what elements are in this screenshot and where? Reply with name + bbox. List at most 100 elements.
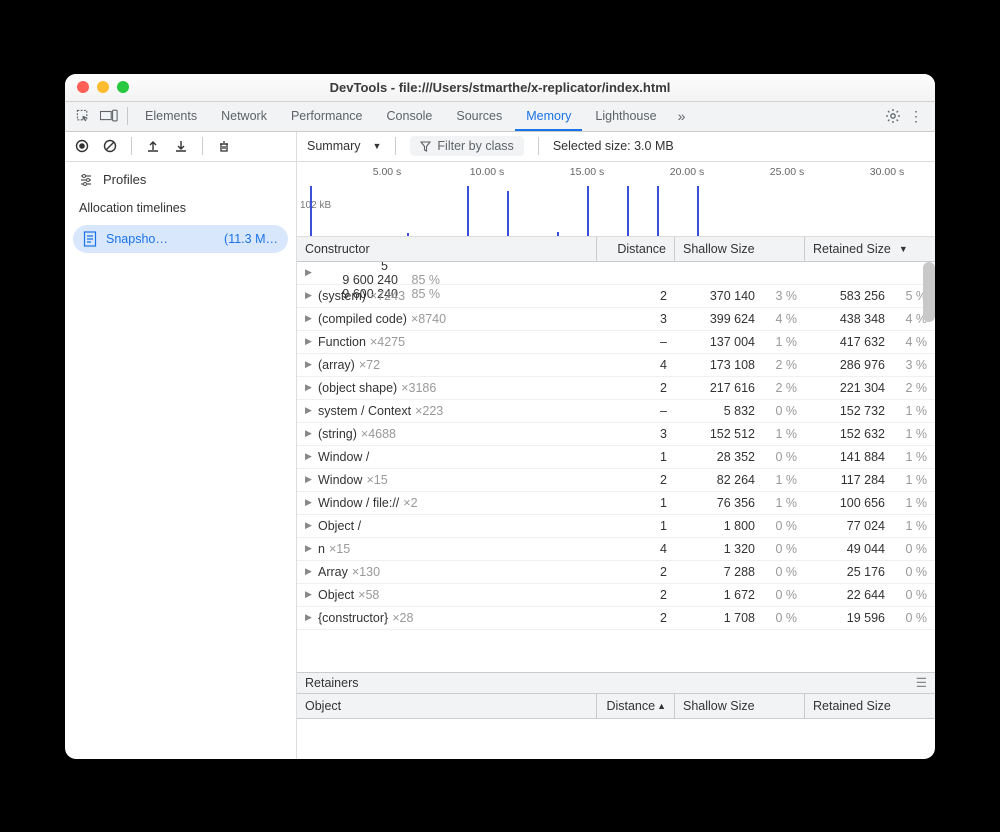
table-row[interactable]: ▶n ×1541 3200 %49 0440 % xyxy=(297,538,935,561)
expand-icon[interactable]: ▶ xyxy=(305,405,314,416)
snapshot-name: Snapsho… xyxy=(106,232,215,246)
retained-cell: 152 6321 % xyxy=(805,427,935,441)
record-icon[interactable] xyxy=(75,139,89,153)
expand-icon[interactable]: ▶ xyxy=(305,428,314,439)
count: ×7243 xyxy=(370,289,405,303)
col-object[interactable]: Object xyxy=(297,694,597,718)
expand-icon[interactable]: ▶ xyxy=(305,336,314,347)
table-row[interactable]: ▶(array) ×724173 1082 %286 9763 % xyxy=(297,354,935,377)
hamburger-icon[interactable]: ☰ xyxy=(916,675,927,690)
col-retained2[interactable]: Retained Size xyxy=(805,694,935,718)
shallow-cell: 1 7080 % xyxy=(675,611,805,625)
table-row[interactable]: ▶{constructor} ×2821 7080 %19 5960 % xyxy=(297,607,935,630)
table-row[interactable]: ▶Object ×5821 6720 %22 6440 % xyxy=(297,584,935,607)
retained-cell: 77 0241 % xyxy=(805,519,935,533)
col-shallow2[interactable]: Shallow Size xyxy=(675,694,805,718)
tab-lighthouse[interactable]: Lighthouse xyxy=(584,102,667,131)
expand-icon[interactable]: ▶ xyxy=(305,543,314,554)
snapshot-item[interactable]: Snapsho… (11.3 M… xyxy=(73,225,288,253)
upload-icon[interactable] xyxy=(146,139,160,153)
expand-icon[interactable]: ▶ xyxy=(305,474,314,485)
more-tabs-icon[interactable]: » xyxy=(670,102,694,131)
device-icon[interactable] xyxy=(97,102,121,131)
tab-performance[interactable]: Performance xyxy=(280,102,374,131)
expand-icon[interactable]: ▶ xyxy=(305,612,314,623)
table-row[interactable]: ▶Object / 11 8000 %77 0241 % xyxy=(297,515,935,538)
close-button[interactable] xyxy=(77,81,89,93)
table-row[interactable]: ▶system / Context ×223–5 8320 %152 7321 … xyxy=(297,400,935,423)
tab-elements[interactable]: Elements xyxy=(134,102,208,131)
time-tick: 5.00 s xyxy=(373,166,402,178)
expand-icon[interactable]: ▶ xyxy=(305,497,314,508)
retained-cell: 583 2565 % xyxy=(805,289,935,303)
expand-icon[interactable]: ▶ xyxy=(305,313,314,324)
tabbar: Elements Network Performance Console Sou… xyxy=(65,102,935,132)
tab-sources[interactable]: Sources xyxy=(445,102,513,131)
tab-console[interactable]: Console xyxy=(376,102,444,131)
expand-icon[interactable]: ▶ xyxy=(305,520,314,531)
expand-icon[interactable]: ▶ xyxy=(305,589,314,600)
table-row[interactable]: ▶(object shape) ×31862217 6162 %221 3042… xyxy=(297,377,935,400)
expand-icon[interactable]: ▶ xyxy=(305,267,314,278)
constructor-name: Object xyxy=(318,588,354,602)
count: ×72 xyxy=(359,358,380,372)
table-row[interactable]: ▶(system) ×72432370 1403 %583 2565 % xyxy=(297,285,935,308)
sort-asc-icon: ▲ xyxy=(657,701,666,711)
distance-cell: 1 xyxy=(597,450,675,464)
filter-icon xyxy=(420,141,431,152)
shallow-cell: 370 1403 % xyxy=(675,289,805,303)
titlebar: DevTools - file:///Users/stmarthe/x-repl… xyxy=(65,74,935,102)
col-retained[interactable]: Retained Size▼ xyxy=(805,237,935,261)
separator xyxy=(538,137,539,155)
retained-cell: 117 2841 % xyxy=(805,473,935,487)
expand-icon[interactable]: ▶ xyxy=(305,566,314,577)
table-row[interactable]: ▶Array ×13027 2880 %25 1760 % xyxy=(297,561,935,584)
distance-cell: – xyxy=(597,335,675,349)
constructors-table[interactable]: ▶ ×8000259 600 24085 %9 600 24085 %▶(sys… xyxy=(297,262,935,672)
table-row[interactable]: ▶(string) ×46883152 5121 %152 6321 % xyxy=(297,423,935,446)
retainers-heading[interactable]: Retainers ☰ xyxy=(297,672,935,694)
table-row[interactable]: ▶Window / file:// ×2176 3561 %100 6561 % xyxy=(297,492,935,515)
clear-icon[interactable] xyxy=(103,139,117,153)
download-icon[interactable] xyxy=(174,139,188,153)
shallow-cell: 1 3200 % xyxy=(675,542,805,556)
separator xyxy=(131,137,132,155)
profiles-sidebar: Profiles Allocation timelines Snapsho… (… xyxy=(65,132,297,759)
gear-icon[interactable] xyxy=(885,108,901,124)
kebab-icon[interactable]: ⋮ xyxy=(909,114,923,118)
expand-icon[interactable]: ▶ xyxy=(305,359,314,370)
sliders-icon xyxy=(79,172,93,186)
table-row[interactable]: ▶Window ×15282 2641 %117 2841 % xyxy=(297,469,935,492)
table-row[interactable]: ▶ ×8000259 600 24085 %9 600 24085 % xyxy=(297,262,935,285)
expand-icon[interactable]: ▶ xyxy=(305,382,314,393)
filter-input[interactable]: Filter by class xyxy=(410,136,523,156)
maximize-button[interactable] xyxy=(117,81,129,93)
minimize-button[interactable] xyxy=(97,81,109,93)
col-constructor[interactable]: Constructor xyxy=(297,237,597,261)
tab-memory[interactable]: Memory xyxy=(515,102,582,131)
col-distance2[interactable]: Distance▲ xyxy=(597,694,675,718)
table-row[interactable]: ▶Window / 128 3520 %141 8841 % xyxy=(297,446,935,469)
scrollbar[interactable] xyxy=(923,262,935,322)
distance-cell: – xyxy=(597,404,675,418)
profiles-label: Profiles xyxy=(103,172,146,187)
inspect-icon[interactable] xyxy=(71,102,95,131)
tab-network[interactable]: Network xyxy=(210,102,278,131)
view-mode-dropdown[interactable]: Summary ▼ xyxy=(307,139,381,153)
expand-icon[interactable]: ▶ xyxy=(305,451,314,462)
count: ×2 xyxy=(403,496,417,510)
col-shallow[interactable]: Shallow Size xyxy=(675,237,805,261)
sort-desc-icon: ▼ xyxy=(899,244,908,254)
distance-cell: 2 xyxy=(597,611,675,625)
expand-icon[interactable]: ▶ xyxy=(305,290,314,301)
table-row[interactable]: ▶Function ×4275–137 0041 %417 6324 % xyxy=(297,331,935,354)
allocation-timeline[interactable]: 5.00 s 10.00 s 15.00 s 20.00 s 25.00 s 3… xyxy=(297,162,935,237)
gc-icon[interactable] xyxy=(217,139,231,153)
constructor-name: (array) xyxy=(318,358,355,372)
table-row[interactable]: ▶(compiled code) ×87403399 6244 %438 348… xyxy=(297,308,935,331)
col-distance[interactable]: Distance xyxy=(597,237,675,261)
alloc-timelines-label: Allocation timelines xyxy=(65,197,296,223)
constructor-name: (system) xyxy=(318,289,366,303)
count: ×15 xyxy=(366,473,387,487)
alloc-bars xyxy=(297,180,935,236)
